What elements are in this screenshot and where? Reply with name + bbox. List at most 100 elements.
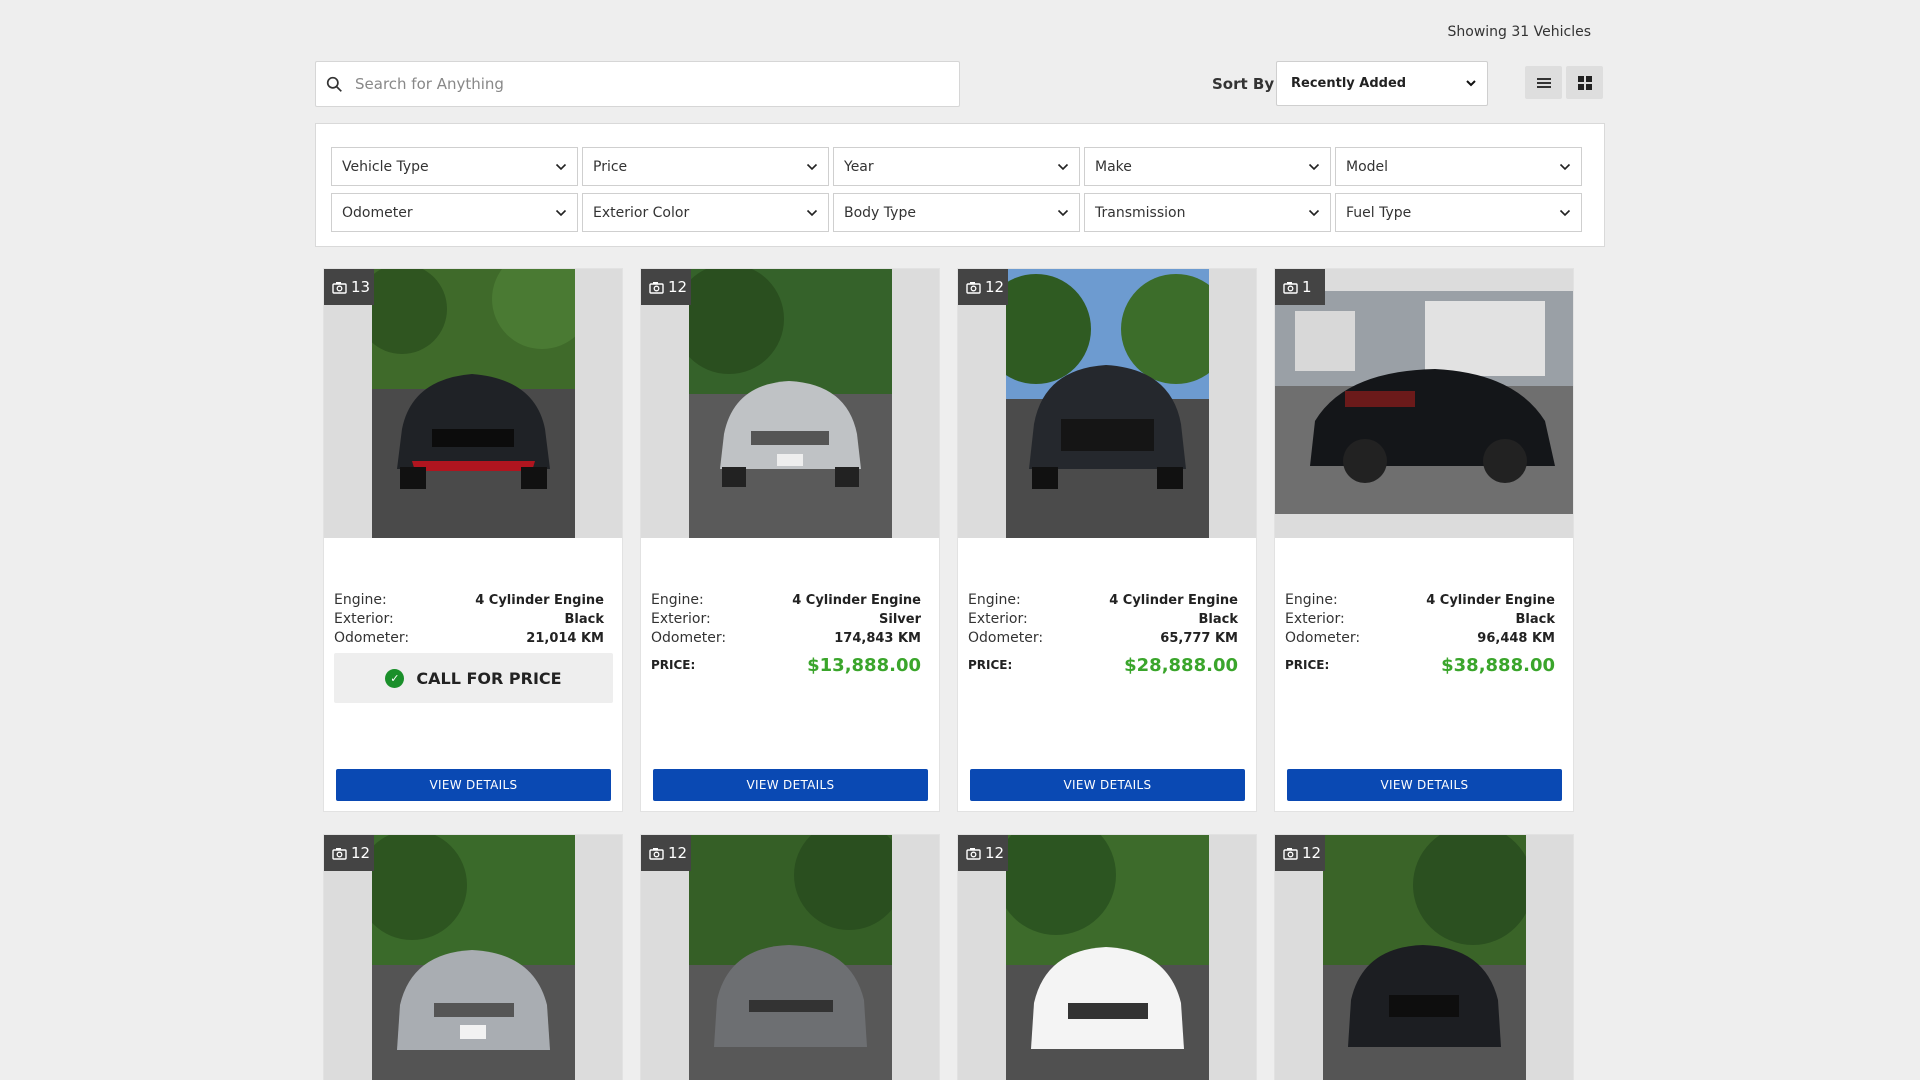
camera-icon	[966, 281, 981, 294]
vehicle-card[interactable]: 12 Engine: 4 Cylinder Engine Exterior: Bla…	[957, 268, 1257, 812]
photo-count-badge: 12	[324, 835, 374, 871]
filter-label: Exterior Color	[593, 204, 690, 221]
call-for-price-label: CALL FOR PRICE	[416, 668, 562, 688]
filter-odometer[interactable]: Odometer	[331, 193, 578, 232]
vehicle-photo[interactable]: 13	[324, 269, 622, 538]
sort-selected-value: Recently Added	[1291, 76, 1407, 91]
search-box[interactable]	[315, 61, 960, 107]
engine-label: Engine:	[334, 592, 387, 608]
car-image	[372, 835, 575, 1080]
exterior-label: Exterior:	[651, 611, 711, 627]
chevron-down-icon	[1308, 209, 1320, 217]
camera-icon	[332, 847, 347, 860]
list-view-button[interactable]	[1525, 66, 1562, 99]
filter-exterior-color[interactable]: Exterior Color	[582, 193, 829, 232]
car-image	[689, 269, 892, 538]
vehicle-specs: Engine: 4 Cylinder Engine Exterior: Black …	[1285, 591, 1555, 678]
chevron-down-icon	[555, 209, 567, 217]
vehicle-card[interactable]: 13 Engine: 4 Cylinder Engine Exterior: Bla…	[323, 268, 623, 812]
vehicle-card[interactable]: 12	[323, 834, 623, 1080]
chevron-down-icon	[1308, 163, 1320, 171]
photo-count: 12	[351, 844, 371, 862]
sort-label: Sort By	[1212, 75, 1275, 93]
vehicle-photo[interactable]: 1	[1275, 269, 1573, 538]
filter-panel: Vehicle Type Price Year Make Model Odome…	[315, 123, 1605, 247]
photo-count: 1	[1302, 278, 1312, 296]
engine-label: Engine:	[1285, 592, 1338, 608]
odometer-value: 65,777 KM	[1160, 631, 1238, 646]
photo-count: 12	[1302, 844, 1322, 862]
chevron-down-icon	[555, 163, 567, 171]
odometer-label: Odometer:	[968, 630, 1044, 646]
odometer-label: Odometer:	[651, 630, 727, 646]
car-image	[372, 269, 575, 538]
odometer-label: Odometer:	[1285, 630, 1361, 646]
sort-select[interactable]: Recently Added	[1276, 61, 1488, 106]
photo-count-badge: 13	[324, 269, 374, 305]
grid-view-icon	[1577, 75, 1592, 90]
chevron-down-icon	[1466, 80, 1476, 87]
car-image	[1006, 269, 1209, 538]
filter-label: Transmission	[1095, 204, 1186, 221]
vehicle-card[interactable]: 1 Engine: 4 Cylinder Engine Exterior: Blac…	[1274, 268, 1574, 812]
filter-make[interactable]: Make	[1084, 147, 1331, 186]
photo-count: 12	[985, 278, 1005, 296]
vehicle-photo[interactable]: 12	[641, 269, 939, 538]
photo-count-badge: 12	[958, 269, 1008, 305]
filter-model[interactable]: Model	[1335, 147, 1582, 186]
vehicle-photo[interactable]: 12	[958, 835, 1256, 1080]
camera-icon	[332, 281, 347, 294]
filter-label: Vehicle Type	[342, 158, 429, 175]
photo-count-badge: 1	[1275, 269, 1325, 305]
filter-transmission[interactable]: Transmission	[1084, 193, 1331, 232]
vehicle-card[interactable]: 12	[957, 834, 1257, 1080]
vehicle-card[interactable]: 12 Engine: 4 Cylinder Engine Exterior: Sil…	[640, 268, 940, 812]
chevron-down-icon	[1057, 209, 1069, 217]
photo-count-badge: 12	[958, 835, 1008, 871]
camera-icon	[649, 847, 664, 860]
filter-label: Fuel Type	[1346, 204, 1412, 221]
exterior-label: Exterior:	[968, 611, 1028, 627]
engine-value: 4 Cylinder Engine	[1109, 593, 1238, 608]
car-image	[1323, 835, 1526, 1080]
call-for-price-button[interactable]: ✓ CALL FOR PRICE	[334, 653, 613, 703]
chevron-down-icon	[1559, 209, 1571, 217]
vehicle-count: Showing 31 Vehicles	[1447, 24, 1592, 40]
view-details-button[interactable]: VIEW DETAILS	[653, 769, 928, 801]
price-value: $13,888.00	[807, 654, 921, 676]
vehicle-specs: Engine: 4 Cylinder Engine Exterior: Black …	[968, 591, 1238, 678]
vehicle-photo[interactable]: 12	[1275, 835, 1573, 1080]
vehicle-photo[interactable]: 12	[324, 835, 622, 1080]
filter-body-type[interactable]: Body Type	[833, 193, 1080, 232]
toolbar: Sort By Recently Added	[315, 61, 1605, 107]
camera-icon	[1283, 281, 1298, 294]
engine-value: 4 Cylinder Engine	[792, 593, 921, 608]
filter-year[interactable]: Year	[833, 147, 1080, 186]
exterior-value: Black	[1198, 612, 1239, 627]
view-details-button[interactable]: VIEW DETAILS	[336, 769, 611, 801]
car-image	[1275, 291, 1573, 514]
odometer-label: Odometer:	[334, 630, 410, 646]
vehicle-specs: Engine: 4 Cylinder Engine Exterior: Silver…	[651, 591, 921, 678]
view-details-button[interactable]: VIEW DETAILS	[1287, 769, 1562, 801]
vehicle-card[interactable]: 12	[640, 834, 940, 1080]
vehicle-photo[interactable]: 12	[641, 835, 939, 1080]
vehicle-card[interactable]: 12	[1274, 834, 1574, 1080]
grid-view-button[interactable]	[1566, 66, 1603, 99]
car-image	[689, 835, 892, 1080]
photo-count: 12	[668, 278, 688, 296]
filter-fuel-type[interactable]: Fuel Type	[1335, 193, 1582, 232]
price-label: PRICE:	[968, 658, 1013, 672]
search-input[interactable]	[355, 75, 935, 93]
engine-value: 4 Cylinder Engine	[1426, 593, 1555, 608]
vehicle-photo[interactable]: 12	[958, 269, 1256, 538]
vehicle-specs: Engine: 4 Cylinder Engine Exterior: Black …	[334, 591, 613, 703]
odometer-value: 96,448 KM	[1477, 631, 1555, 646]
view-details-button[interactable]: VIEW DETAILS	[970, 769, 1245, 801]
photo-count: 12	[985, 844, 1005, 862]
filter-price[interactable]: Price	[582, 147, 829, 186]
camera-icon	[1283, 847, 1298, 860]
photo-count: 13	[351, 278, 371, 296]
filter-vehicle-type[interactable]: Vehicle Type	[331, 147, 578, 186]
engine-label: Engine:	[968, 592, 1021, 608]
